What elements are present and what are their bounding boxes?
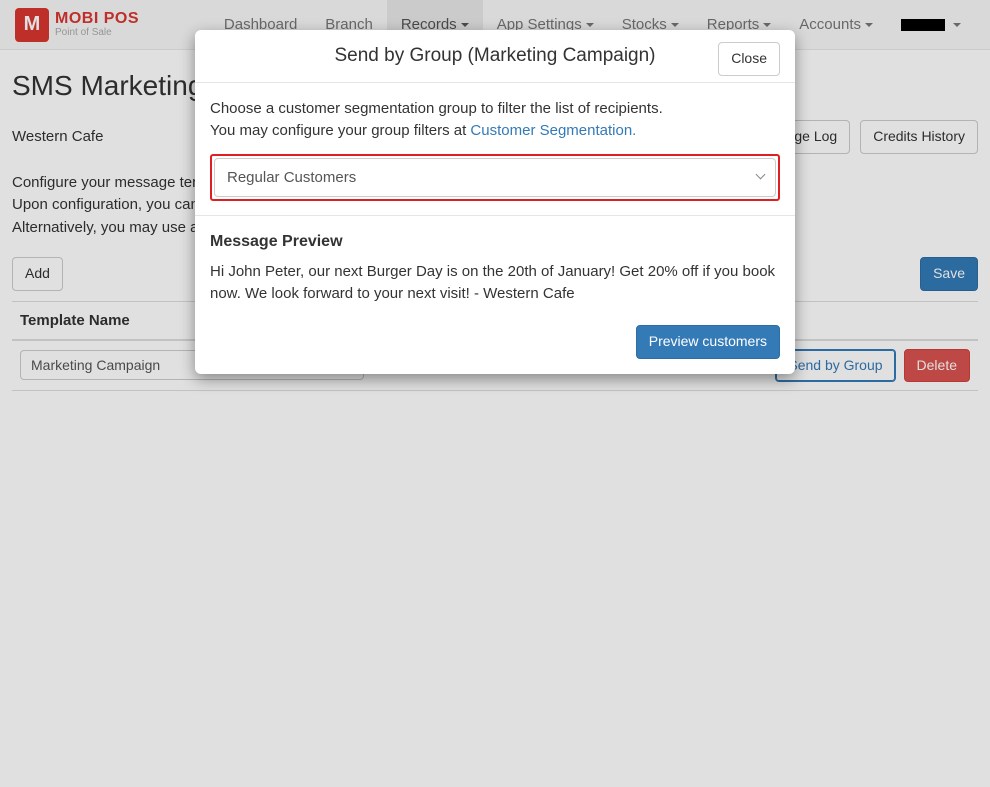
preview-customers-button[interactable]: Preview customers — [636, 325, 780, 359]
chevron-down-icon — [757, 173, 765, 181]
modal-instruction-2: You may configure your group filters at … — [210, 120, 780, 142]
modal-header: Send by Group (Marketing Campaign) Close — [195, 30, 795, 83]
group-select[interactable]: Regular Customers — [214, 158, 776, 198]
modal-title: Send by Group (Marketing Campaign) — [210, 45, 780, 67]
group-select-value: Regular Customers — [227, 169, 356, 186]
modal-overlay[interactable]: Send by Group (Marketing Campaign) Close… — [0, 0, 990, 787]
instruction-prefix: You may configure your group filters at — [210, 122, 470, 139]
group-select-highlight: Regular Customers — [210, 154, 780, 202]
divider — [195, 215, 795, 216]
customer-segmentation-link[interactable]: Customer Segmentation. — [470, 122, 636, 139]
message-preview-title: Message Preview — [210, 230, 780, 253]
modal-body: Choose a customer segmentation group to … — [195, 83, 795, 315]
modal-footer: Preview customers — [195, 315, 795, 374]
message-preview-body: Hi John Peter, our next Burger Day is on… — [210, 261, 780, 305]
close-button[interactable]: Close — [718, 42, 780, 76]
send-by-group-modal: Send by Group (Marketing Campaign) Close… — [195, 30, 795, 374]
modal-instruction: Choose a customer segmentation group to … — [210, 98, 780, 120]
